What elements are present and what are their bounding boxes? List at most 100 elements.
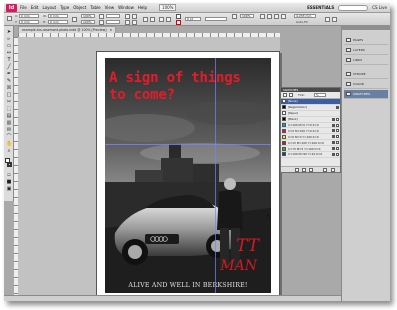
scale-y-field[interactable]: 100%: [81, 20, 95, 24]
poster-image-frame[interactable]: A sign of things to come? TT MAN ALIVE A…: [105, 58, 271, 293]
panel-button-layers[interactable]: LAYERS: [344, 46, 388, 55]
stroke-weight-field[interactable]: 0 pt: [185, 17, 201, 21]
select-previous-icon[interactable]: [159, 17, 164, 22]
reference-point-icon[interactable]: [7, 16, 12, 21]
x-label: X:: [15, 14, 19, 18]
select-next-icon[interactable]: [166, 17, 171, 22]
search-input[interactable]: [338, 4, 369, 11]
panel-button-stroke[interactable]: STROKE: [344, 70, 388, 79]
line-tool-icon[interactable]: ╱: [6, 64, 12, 70]
vertical-guide[interactable]: [215, 58, 216, 293]
color-icon: [346, 82, 351, 86]
poster-headline[interactable]: A sign of things to come?: [109, 70, 269, 104]
free-transform-tool-icon[interactable]: ⬚: [6, 106, 12, 112]
menu-window[interactable]: Window: [118, 5, 134, 10]
zoom-tool-icon[interactable]: ⌕: [6, 148, 12, 154]
reference-field[interactable]: 4.233 mm: [294, 14, 316, 18]
scissors-tool-icon[interactable]: ✂: [6, 99, 12, 105]
eyedropper-tool-icon[interactable]: ⌒: [6, 134, 12, 140]
delete-swatch-icon[interactable]: [331, 168, 335, 172]
rotate-icon[interactable]: [99, 14, 104, 19]
shear-icon[interactable]: [99, 20, 104, 25]
pen-tool-icon[interactable]: ✒: [6, 71, 12, 77]
rectangle-frame-tool-icon[interactable]: ☒: [6, 85, 12, 91]
panel-dock-header[interactable]: [342, 26, 390, 30]
new-swatch-icon[interactable]: [323, 168, 327, 172]
fill-toggle-icon[interactable]: [283, 93, 287, 97]
rotate-field[interactable]: [106, 14, 120, 18]
document-page[interactable]: A sign of things to come? TT MAN ALIVE A…: [96, 51, 280, 297]
w-field[interactable]: 0 mm: [48, 14, 68, 18]
show-gradient-swatches-icon[interactable]: [309, 168, 313, 172]
fill-swatch[interactable]: [176, 14, 181, 19]
tint-field[interactable]: %: [314, 93, 326, 97]
formatting-affects-container-icon[interactable]: ▫: [6, 172, 12, 178]
document-tab[interactable]: example-tvs-rosemont-photo.indd @ 100% […: [18, 26, 117, 33]
poster-brand-man[interactable]: MAN: [220, 257, 257, 275]
rotate-90-cw-icon[interactable]: [125, 14, 130, 19]
page-tool-icon[interactable]: ▭: [6, 43, 12, 49]
note-tool-icon[interactable]: ✉: [6, 127, 12, 133]
align-icon[interactable]: [332, 17, 337, 22]
apply-color-icon[interactable]: ■: [6, 179, 12, 185]
zoom-level[interactable]: 100%: [159, 4, 177, 11]
poster-brand-tt[interactable]: TT: [236, 236, 259, 256]
gap-tool-icon[interactable]: ↔: [6, 50, 12, 56]
show-color-swatches-icon[interactable]: [302, 168, 306, 172]
select-content-icon[interactable]: [150, 17, 155, 22]
menu-layout[interactable]: Layout: [42, 5, 56, 10]
stroke-type-select[interactable]: [205, 17, 227, 21]
swatch-chip: [282, 152, 286, 157]
select-container-icon[interactable]: [143, 17, 148, 22]
x-field[interactable]: 0 mm: [19, 14, 39, 18]
close-document-icon[interactable]: ×: [109, 28, 112, 32]
fit-frame-icon[interactable]: [274, 14, 279, 19]
flip-horizontal-icon[interactable]: [125, 20, 130, 25]
swatch-row[interactable]: C=100 M=90 Y=10 K=0: [281, 152, 340, 158]
menu-table[interactable]: Table: [90, 5, 100, 10]
poster-tagline[interactable]: ALIVE AND WELL IN BERKSHIRE!: [105, 282, 271, 289]
menu-edit[interactable]: Edit: [31, 5, 39, 10]
opacity-field[interactable]: 100%: [240, 14, 254, 18]
pencil-tool-icon[interactable]: ✎: [6, 78, 12, 84]
menu-help[interactable]: Help: [138, 5, 147, 10]
stroke-swatch[interactable]: [176, 20, 181, 25]
show-all-swatches-icon[interactable]: [295, 168, 299, 172]
menu-view[interactable]: View: [105, 5, 115, 10]
rectangle-tool-icon[interactable]: □: [6, 92, 12, 98]
workspace-switcher[interactable]: ESSENTIALS: [307, 5, 334, 10]
shear-field[interactable]: [106, 20, 120, 24]
panel-button-pages[interactable]: PAGES: [344, 36, 388, 45]
panel-button-color[interactable]: COLOR: [344, 80, 388, 89]
screen-mode-icon[interactable]: ▣: [6, 186, 12, 192]
auto-fit-checkbox[interactable]: Auto-Fit: [296, 20, 308, 24]
y-field[interactable]: 0 mm: [19, 20, 39, 24]
panel-button-links[interactable]: LINKS: [344, 56, 388, 65]
app-logo[interactable]: Id: [6, 3, 17, 12]
h-field[interactable]: 0 mm: [48, 20, 68, 24]
direct-selection-tool-icon[interactable]: ▹: [6, 36, 12, 42]
cs-live-button[interactable]: CS Live: [372, 5, 387, 10]
hand-tool-icon[interactable]: ✋: [6, 141, 12, 147]
menu-object[interactable]: Object: [73, 5, 86, 10]
text-toggle-icon[interactable]: [289, 93, 293, 97]
menu-file[interactable]: File: [20, 5, 27, 10]
horizontal-guide[interactable]: [105, 144, 271, 145]
rotate-90-ccw-icon[interactable]: [132, 14, 137, 19]
gradient-swatch-tool-icon[interactable]: ▤: [6, 113, 12, 119]
panel-button-swatches[interactable]: SWATCHES: [344, 90, 388, 99]
center-content-icon[interactable]: [281, 14, 286, 19]
drop-shadow-icon[interactable]: [232, 14, 237, 19]
constrain-proportions-icon[interactable]: [72, 17, 77, 22]
menu-type[interactable]: Type: [60, 5, 69, 10]
text-wrap-icon[interactable]: [325, 17, 330, 22]
stroke-color-icon[interactable]: [7, 162, 12, 167]
scale-x-field[interactable]: 100%: [81, 14, 95, 18]
selection-tool-icon[interactable]: ➤: [6, 29, 12, 35]
fit-content-icon[interactable]: [267, 14, 272, 19]
pasteboard[interactable]: A sign of things to come? TT MAN ALIVE A…: [18, 37, 280, 297]
gradient-feather-tool-icon[interactable]: ▥: [6, 120, 12, 126]
fitting-icon[interactable]: [260, 14, 265, 19]
flip-vertical-icon[interactable]: [132, 20, 137, 25]
type-tool-icon[interactable]: T: [6, 57, 12, 63]
